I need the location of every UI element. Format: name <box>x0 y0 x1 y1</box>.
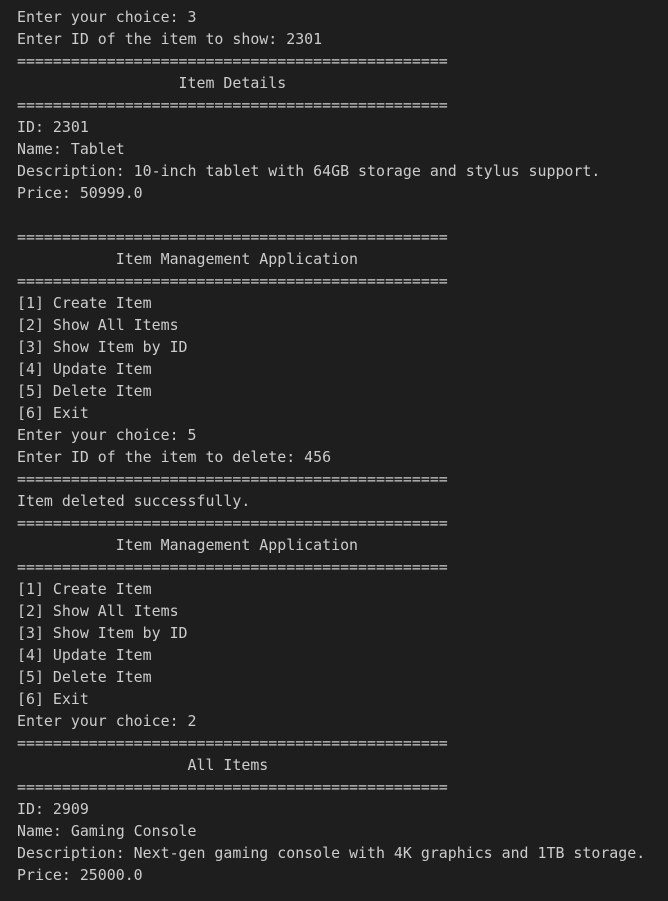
separator-line: ========================================… <box>17 470 448 488</box>
terminal-line: [4] Update Item <box>17 360 152 378</box>
terminal-line: Price: 25000.0 <box>17 866 143 884</box>
terminal-line: Item deleted successfully. <box>17 492 251 510</box>
terminal-line: Enter ID of the item to delete: 456 <box>17 448 332 466</box>
separator-line: ========================================… <box>17 778 448 796</box>
separator-line: ========================================… <box>17 558 448 576</box>
separator-line: ========================================… <box>17 228 448 246</box>
terminal-line: [2] Show All Items <box>17 602 179 620</box>
separator-line: ========================================… <box>17 272 448 290</box>
separator-line: ========================================… <box>17 96 448 114</box>
terminal-line: Enter your choice: 3 <box>17 8 197 26</box>
terminal-line: ID: 2301 <box>17 118 89 136</box>
terminal-line: [6] Exit <box>17 404 89 422</box>
terminal-line: ID: 2909 <box>17 800 89 818</box>
terminal-line: Name: Tablet <box>17 140 125 158</box>
terminal-line: [5] Delete Item <box>17 668 152 686</box>
terminal-line: Item Management Application <box>17 250 359 268</box>
terminal-line: [5] Delete Item <box>17 382 152 400</box>
terminal-line: Name: Gaming Console <box>17 822 197 840</box>
terminal-line: Enter ID of the item to show: 2301 <box>17 30 323 48</box>
separator-line: ========================================… <box>17 734 448 752</box>
terminal-line: Item Management Application <box>17 536 359 554</box>
terminal-line: [2] Show All Items <box>17 316 179 334</box>
terminal-line: Item Details <box>17 74 287 92</box>
separator-line: ========================================… <box>17 52 448 70</box>
terminal-line: Price: 50999.0 <box>17 184 143 202</box>
terminal-line: [3] Show Item by ID <box>17 338 188 356</box>
terminal-line: [1] Create Item <box>17 580 152 598</box>
terminal-line: [4] Update Item <box>17 646 152 664</box>
terminal-line: [6] Exit <box>17 690 89 708</box>
terminal-line: [3] Show Item by ID <box>17 624 188 642</box>
terminal-line: Enter your choice: 5 <box>17 426 197 444</box>
terminal-line: Description: 10-inch tablet with 64GB st… <box>17 162 601 180</box>
terminal-line: All Items <box>17 756 269 774</box>
terminal-output[interactable]: Enter your choice: 3 Enter ID of the item… <box>0 0 668 901</box>
terminal-line: Description: Next-gen gaming console wit… <box>17 844 646 862</box>
terminal-line: [1] Create Item <box>17 294 152 312</box>
terminal-line: Enter your choice: 2 <box>17 712 197 730</box>
separator-line: ========================================… <box>17 514 448 532</box>
